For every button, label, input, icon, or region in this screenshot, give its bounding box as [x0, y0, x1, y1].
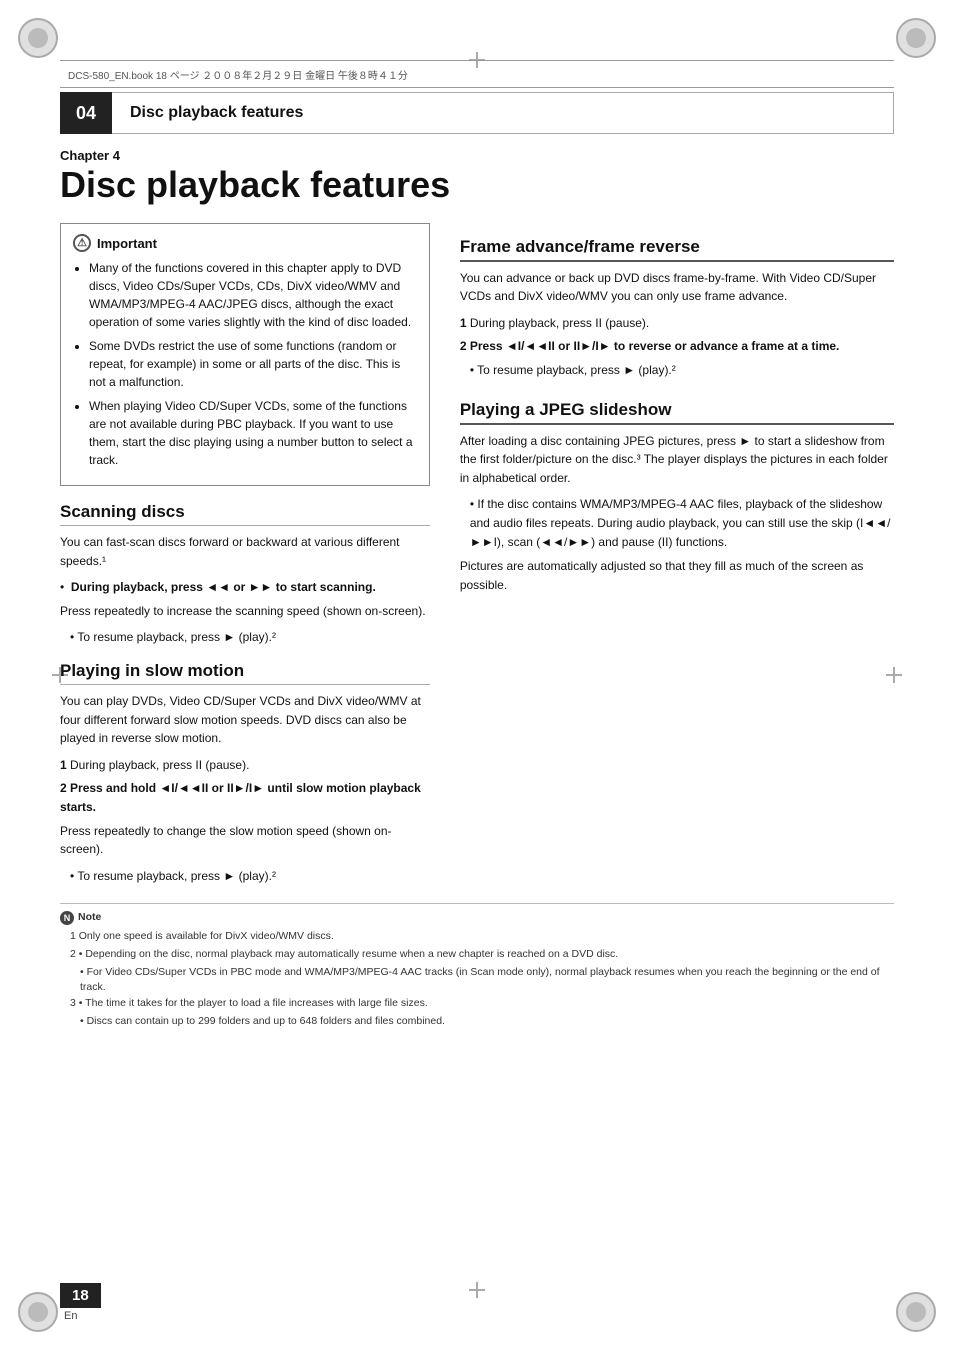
chapter-title-bar: Disc playback features: [112, 92, 894, 134]
note-item-3: 3 • The time it takes for the player to …: [60, 996, 894, 1012]
scanning-body: You can fast-scan discs forward or backw…: [60, 533, 430, 570]
note-item-2: 2 • Depending on the disc, normal playba…: [60, 947, 894, 963]
two-column-layout: ⚠ Important Many of the functions covere…: [60, 223, 894, 890]
note-item-2-sub: • For Video CDs/Super VCDs in PBC mode a…: [60, 965, 894, 997]
important-title: ⚠ Important: [73, 234, 417, 254]
scanning-resume: To resume playback, press ► (play).²: [70, 628, 430, 647]
slow-motion-step2-body: Press repeatedly to change the slow moti…: [60, 822, 430, 859]
slow-motion-step2-bold: Press and hold ◄I/◄◄II or II►/I► until s…: [60, 781, 421, 814]
important-item-1: Many of the functions covered in this ch…: [89, 259, 417, 331]
note-item-3-sub: • Discs can contain up to 299 folders an…: [60, 1014, 894, 1030]
scanning-step-body: Press repeatedly to increase the scannin…: [60, 602, 430, 621]
jpeg-bullet: If the disc contains WMA/MP3/MPEG-4 AAC …: [470, 495, 894, 551]
frame-advance-step2-bold: Press ◄I/◄◄II or II►/I► to reverse or ad…: [470, 339, 840, 353]
left-column: ⚠ Important Many of the functions covere…: [60, 223, 430, 890]
important-list: Many of the functions covered in this ch…: [73, 259, 417, 469]
page-number: 18: [60, 1283, 101, 1308]
frame-advance-body: You can advance or back up DVD discs fra…: [460, 269, 894, 306]
frame-advance-step2: 2 Press ◄I/◄◄II or II►/I► to reverse or …: [460, 337, 894, 356]
slow-motion-title: Playing in slow motion: [60, 661, 430, 685]
frame-advance-step1: 1 During playback, press II (pause).: [460, 314, 894, 333]
scanning-step-bold: During playback, press ◄◄ or ►► to start…: [71, 580, 376, 594]
frame-advance-step1-text: During playback, press II (pause).: [470, 316, 649, 330]
important-item-3: When playing Video CD/Super VCDs, some o…: [89, 397, 417, 469]
jpeg-body: After loading a disc containing JPEG pic…: [460, 432, 894, 488]
content-area: Chapter 4 Disc playback features ⚠ Impor…: [60, 148, 894, 1280]
slow-motion-body: You can play DVDs, Video CD/Super VCDs a…: [60, 692, 430, 748]
page-lang: En: [60, 1310, 77, 1322]
notes-section: N Note 1 Only one speed is available for…: [60, 903, 894, 1029]
chapter-title-text: Disc playback features: [130, 104, 303, 122]
frame-advance-title: Frame advance/frame reverse: [460, 237, 894, 262]
note-title: N Note: [60, 910, 894, 926]
important-item-2: Some DVDs restrict the use of some funct…: [89, 337, 417, 391]
file-info-bar: DCS-580_EN.book 18 ページ ２００８年２月２９日 金曜日 午後…: [60, 60, 894, 88]
frame-advance-resume: To resume playback, press ► (play).²: [470, 361, 894, 380]
note-icon: N: [60, 911, 74, 925]
corner-decoration-bl: [18, 1292, 58, 1332]
chapter-number: 04: [60, 92, 112, 134]
note-item-1: 1 Only one speed is available for DivX v…: [60, 929, 894, 945]
scanning-title: Scanning discs: [60, 502, 430, 526]
chapter-label: Chapter 4: [60, 148, 894, 163]
corner-decoration-tl: [18, 18, 58, 58]
slow-motion-step1: 1 During playback, press II (pause).: [60, 756, 430, 775]
right-column: Frame advance/frame reverse You can adva…: [460, 223, 894, 890]
note-label: Note: [78, 910, 101, 926]
important-label: Important: [97, 234, 157, 254]
slow-motion-step1-text: During playback, press II (pause).: [70, 758, 249, 772]
corner-decoration-br: [896, 1292, 936, 1332]
chapter-header: 04 Disc playback features: [60, 92, 894, 134]
cross-bottom: [469, 1282, 485, 1298]
slow-motion-resume: To resume playback, press ► (play).²: [70, 867, 430, 886]
chapter-main-title: Disc playback features: [60, 165, 894, 205]
jpeg-title: Playing a JPEG slideshow: [460, 400, 894, 425]
jpeg-body2: Pictures are automatically adjusted so t…: [460, 557, 894, 594]
scanning-step-bullet: • During playback, press ◄◄ or ►► to sta…: [60, 578, 430, 597]
warning-icon: ⚠: [73, 234, 91, 252]
corner-decoration-tr: [896, 18, 936, 58]
page-footer: 18 En: [60, 1283, 101, 1322]
important-box: ⚠ Important Many of the functions covere…: [60, 223, 430, 487]
file-info-text: DCS-580_EN.book 18 ページ ２００８年２月２９日 金曜日 午後…: [68, 67, 408, 82]
slow-motion-step2: 2 Press and hold ◄I/◄◄II or II►/I► until…: [60, 779, 430, 816]
